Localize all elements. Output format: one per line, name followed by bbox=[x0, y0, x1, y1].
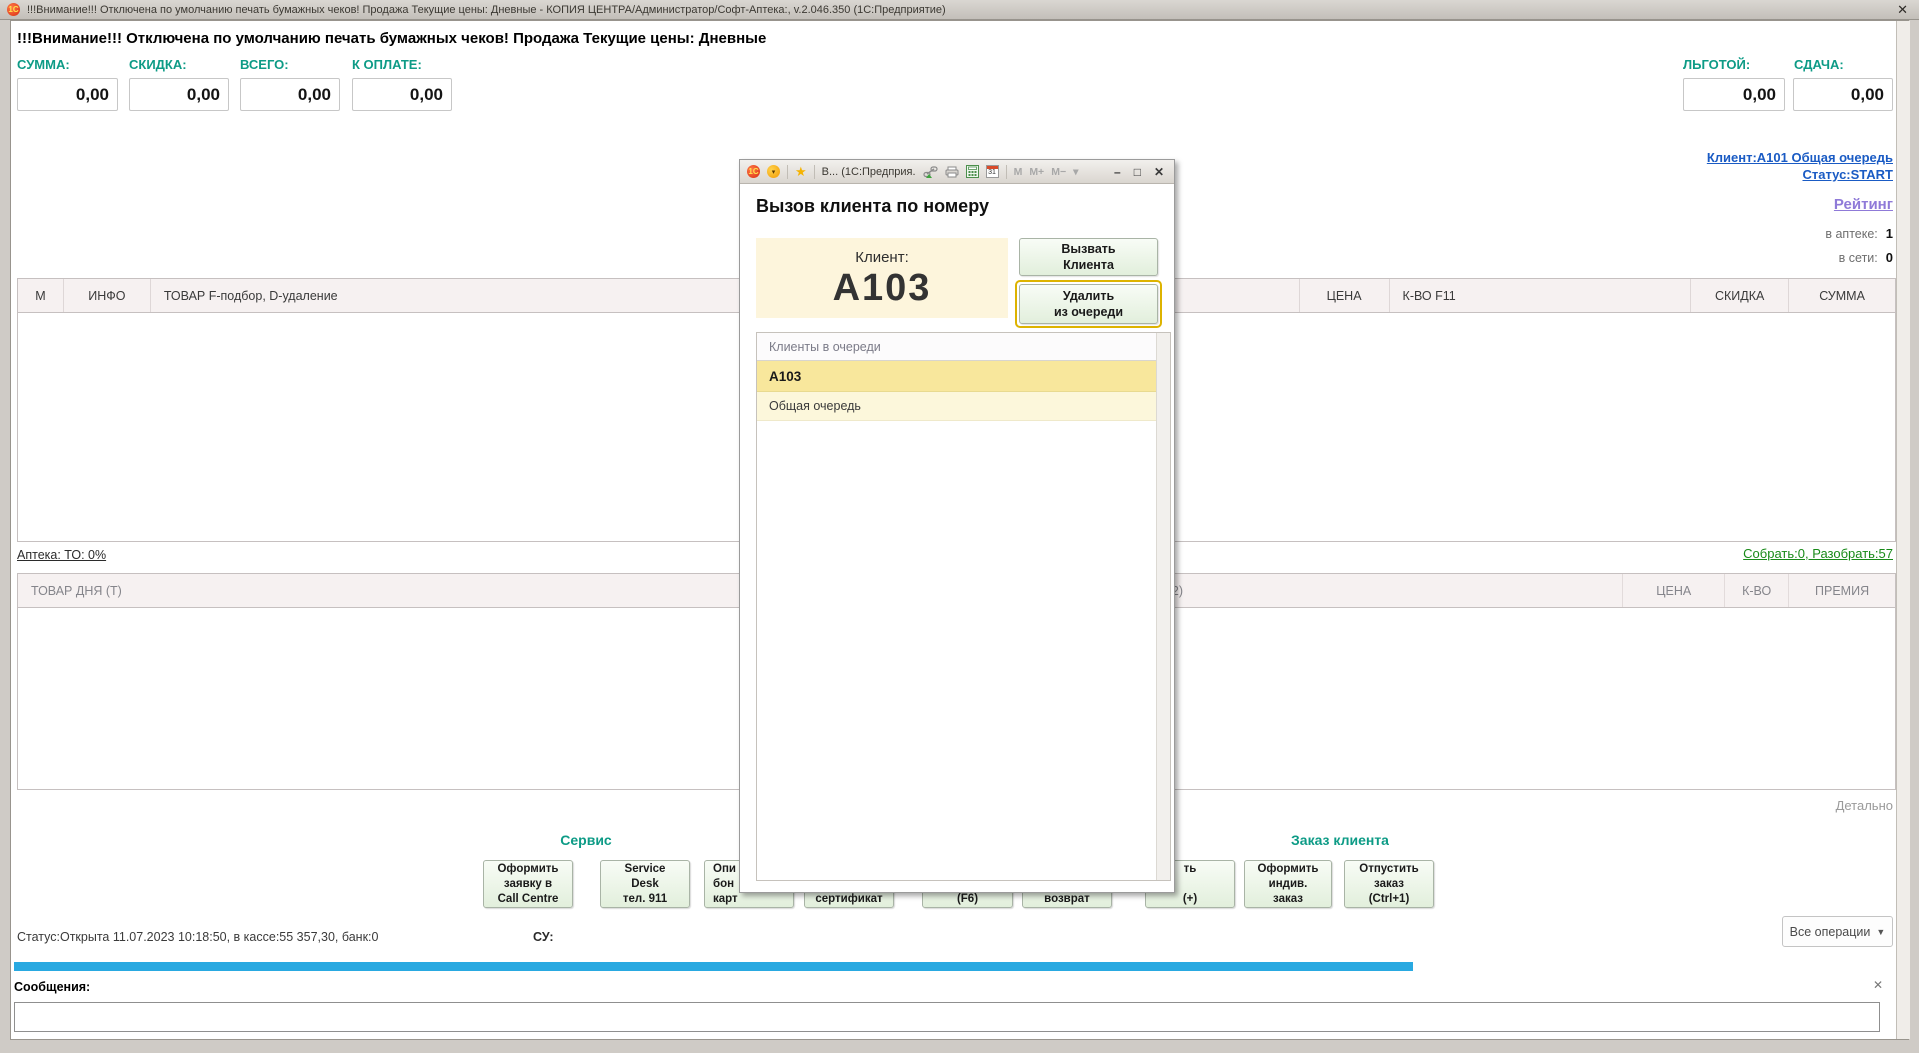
service-desk-button[interactable]: Service Desk тел. 911 bbox=[600, 860, 690, 908]
divider bbox=[814, 165, 815, 179]
remove-from-queue-button[interactable]: Удалить из очереди bbox=[1019, 284, 1158, 324]
all-operations-label: Все операции bbox=[1790, 925, 1871, 939]
memory-mminus-button[interactable]: M− bbox=[1051, 166, 1066, 178]
messages-splitter-bar[interactable] bbox=[14, 962, 1413, 971]
pharmacy-to-link[interactable]: Аптека: ТО: 0% bbox=[17, 548, 106, 562]
divider bbox=[787, 165, 788, 179]
day-col-price: ЦЕНА bbox=[1622, 574, 1725, 607]
favorites-star-icon[interactable]: ★ bbox=[795, 165, 807, 178]
client-number-panel: Клиент: А103 bbox=[756, 238, 1008, 318]
dialog-window-title: В... (1С:Предприя. bbox=[822, 166, 916, 178]
memory-m-button[interactable]: M bbox=[1014, 166, 1023, 178]
in-network-counter: в сети: 0 bbox=[1839, 250, 1893, 265]
sum-value: 0,00 bbox=[17, 78, 118, 111]
dialog-close-button[interactable]: ✕ bbox=[1151, 165, 1167, 179]
service-group-title: Сервис bbox=[540, 832, 632, 848]
in-network-label: в сети: bbox=[1839, 251, 1878, 265]
app-window-title: !!!Внимание!!! Отключена по умолчанию пе… bbox=[27, 4, 946, 16]
individual-order-button[interactable]: Оформить индив. заказ bbox=[1244, 860, 1332, 908]
release-order-button[interactable]: Отпустить заказ (Ctrl+1) bbox=[1344, 860, 1434, 908]
collect-disassemble-link[interactable]: Собрать:0, Разобрать:57 bbox=[1743, 546, 1893, 561]
discount-label: СКИДКА: bbox=[129, 57, 187, 72]
day-col-bonus: ПРЕМИЯ bbox=[1789, 574, 1895, 607]
queue-row-general[interactable]: Общая очередь bbox=[757, 392, 1170, 421]
chevron-down-icon[interactable]: ▾ bbox=[1073, 166, 1078, 178]
register-status-text: Статус:Открыта 11.07.2023 10:18:50, в ка… bbox=[17, 930, 378, 944]
link-icon[interactable] bbox=[923, 166, 938, 178]
in-pharmacy-value: 1 bbox=[1886, 226, 1893, 241]
rating-link[interactable]: Рейтинг bbox=[1834, 196, 1893, 213]
memory-mplus-button[interactable]: M+ bbox=[1029, 166, 1044, 178]
messages-close-icon[interactable]: ✕ bbox=[1873, 978, 1883, 992]
privilege-value: 0,00 bbox=[1683, 78, 1785, 111]
queue-scrollbar[interactable] bbox=[1156, 333, 1170, 880]
dialog-title-bar: 1С ▾ ★ В... (1С:Предприя. 31 M M+ M− ▾ –… bbox=[740, 160, 1174, 184]
app-close-button[interactable]: ✕ bbox=[1893, 2, 1912, 18]
to-pay-label: К ОПЛАТЕ: bbox=[352, 57, 422, 72]
client-label: Клиент: bbox=[855, 249, 909, 266]
queue-row-selected[interactable]: А103 bbox=[757, 361, 1170, 392]
warning-banner: !!!Внимание!!! Отключена по умолчанию пе… bbox=[17, 30, 766, 47]
items-col-info: ИНФО bbox=[64, 279, 151, 312]
call-client-dialog: 1С ▾ ★ В... (1С:Предприя. 31 M M+ M− ▾ –… bbox=[739, 159, 1175, 893]
change-label: СДАЧА: bbox=[1794, 57, 1844, 72]
calculator-icon[interactable] bbox=[966, 165, 979, 178]
print-icon[interactable] bbox=[945, 166, 959, 178]
status-start-link-text: Статус:START bbox=[1802, 167, 1893, 182]
status-start-link[interactable]: Статус:START bbox=[1802, 167, 1893, 182]
remove-from-queue-focus-frame: Удалить из очереди bbox=[1015, 280, 1162, 328]
messages-input[interactable] bbox=[14, 1002, 1880, 1032]
calendar-icon-day: 31 bbox=[987, 169, 998, 177]
client-queue-link[interactable]: Клиент:А101 Общая очередь bbox=[1707, 150, 1893, 165]
day-col-qty: К-ВО bbox=[1725, 574, 1789, 607]
discount-value: 0,00 bbox=[129, 78, 229, 111]
call-centre-request-button[interactable]: Оформить заявку в Call Centre bbox=[483, 860, 573, 908]
sum-label: СУММА: bbox=[17, 57, 70, 72]
queue-list: Клиенты в очереди А103 Общая очередь bbox=[756, 332, 1171, 881]
main-window-scrollbar[interactable] bbox=[1896, 21, 1910, 1039]
su-label: СУ: bbox=[533, 930, 554, 944]
menu-dropdown-icon[interactable]: ▾ bbox=[767, 165, 780, 178]
to-pay-value: 0,00 bbox=[352, 78, 452, 111]
items-col-m: М bbox=[18, 279, 64, 312]
calendar-icon[interactable]: 31 bbox=[986, 165, 999, 178]
queue-list-header: Клиенты в очереди bbox=[757, 333, 1170, 361]
app-title-bar: 1С !!!Внимание!!! Отключена по умолчанию… bbox=[0, 0, 1919, 20]
divider bbox=[1006, 165, 1007, 179]
all-operations-button[interactable]: Все операции ▼ bbox=[1782, 916, 1893, 947]
in-network-value: 0 bbox=[1886, 250, 1893, 265]
call-client-button[interactable]: Вызвать Клиента bbox=[1019, 238, 1158, 276]
change-value: 0,00 bbox=[1793, 78, 1893, 111]
order-group-title: Заказ клиента bbox=[1270, 832, 1410, 848]
in-pharmacy-label: в аптеке: bbox=[1825, 227, 1877, 241]
items-col-discount: СКИДКА bbox=[1691, 279, 1789, 312]
total-value: 0,00 bbox=[240, 78, 340, 111]
1c-logo-icon: 1С bbox=[747, 165, 760, 178]
dialog-heading: Вызов клиента по номеру bbox=[756, 196, 989, 217]
items-col-qty: К-ВО F11 bbox=[1390, 279, 1692, 312]
dialog-maximize-button[interactable]: □ bbox=[1131, 165, 1144, 179]
messages-label: Сообщения: bbox=[14, 980, 90, 994]
total-label: ВСЕГО: bbox=[240, 57, 289, 72]
in-pharmacy-counter: в аптеке: 1 bbox=[1825, 226, 1893, 241]
items-col-sum: СУММА bbox=[1789, 279, 1895, 312]
chevron-down-icon: ▼ bbox=[1876, 927, 1885, 937]
privilege-label: ЛЬГОТОЙ: bbox=[1683, 57, 1750, 72]
1c-logo-icon: 1С bbox=[7, 3, 20, 16]
items-col-price: ЦЕНА bbox=[1300, 279, 1390, 312]
client-number: А103 bbox=[833, 268, 932, 308]
detail-label[interactable]: Детально bbox=[1836, 798, 1893, 813]
dialog-minimize-button[interactable]: – bbox=[1111, 165, 1124, 179]
